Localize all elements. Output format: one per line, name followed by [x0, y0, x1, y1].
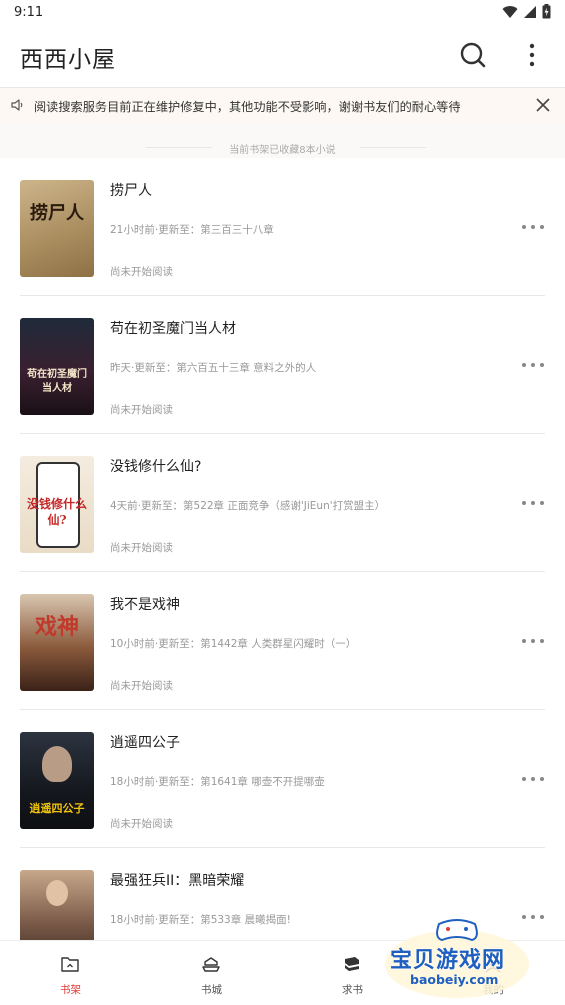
book-update: 21小时前·更新至：第三百三十八章	[110, 224, 274, 236]
close-icon[interactable]	[534, 96, 552, 114]
watermark-logo: 宝贝游戏网 baobeiy.com	[382, 914, 532, 1000]
book-title: 没钱修什么仙?	[110, 459, 202, 475]
book-title: 逍遥四公子	[110, 735, 180, 751]
book-progress: 尚未开始阅读	[110, 266, 173, 278]
watermark-url: baobeiy.com	[410, 972, 499, 987]
app-title: 西西小屋	[20, 47, 116, 73]
nav-label: 书城	[201, 984, 222, 996]
shelf-count-text: 当前书架已收藏8本小说	[229, 145, 336, 156]
nav-bookstore[interactable]: 书城	[141, 941, 282, 1005]
speaker-icon	[11, 99, 23, 111]
shelf-count-bar: 当前书架已收藏8本小说	[0, 122, 565, 158]
bookshelf-icon	[61, 957, 79, 972]
cover-title: 没钱修什么仙?	[26, 497, 87, 527]
book-update: 18小时前·更新至：第1641章 哪壶不开提哪壶	[110, 776, 325, 788]
book-item[interactable]: 逍遥四公子 逍遥四公子 18小时前·更新至：第1641章 哪壶不开提哪壶 尚未开…	[0, 710, 565, 848]
book-update: 10小时前·更新至：第1442章 人类群星闪耀时（一）	[110, 638, 357, 650]
more-horiz-icon[interactable]	[521, 358, 545, 372]
book-title: 我不是戏神	[110, 597, 180, 613]
book-cover[interactable]: 捞尸人	[20, 180, 94, 277]
book-item[interactable]: 苟在初圣魔门当人材 苟在初圣魔门当人材 昨天·更新至：第六百五十三章 意料之外的…	[0, 296, 565, 434]
more-horiz-icon[interactable]	[521, 496, 545, 510]
bookstore-icon	[202, 957, 220, 972]
status-bar: 9:11	[0, 0, 565, 26]
notice-text: 阅读搜索服务目前正在维护修复中，其他功能不受影响，谢谢书友们的耐心等待	[34, 100, 461, 114]
book-item[interactable]: 戏神 我不是戏神 10小时前·更新至：第1442章 人类群星闪耀时（一） 尚未开…	[0, 572, 565, 710]
book-update: 18小时前·更新至：第533章 晨曦揭面!	[110, 914, 291, 926]
cover-title: 苟在初圣魔门当人材	[27, 369, 87, 394]
book-title: 最强狂兵II：黑暗荣耀	[110, 873, 245, 889]
more-horiz-icon[interactable]	[521, 634, 545, 648]
book-update: 昨天·更新至：第六百五十三章 意料之外的人	[110, 362, 317, 374]
cover-title: 戏神	[34, 614, 79, 640]
watermark-text: 宝贝游戏网	[390, 948, 506, 973]
cover-figure-art	[42, 746, 72, 782]
book-cover[interactable]: 逍遥四公子	[20, 732, 94, 829]
book-item[interactable]: 没钱修什么仙? 没钱修什么仙? 4天前·更新至：第522章 正面竞争（感谢'Ji…	[0, 434, 565, 572]
divider	[360, 147, 426, 148]
notice-banner: 阅读搜索服务目前正在维护修复中，其他功能不受影响，谢谢书友们的耐心等待	[0, 88, 565, 122]
book-progress: 尚未开始阅读	[110, 680, 173, 692]
more-horiz-icon[interactable]	[521, 220, 545, 234]
cover-figure-art	[46, 880, 68, 906]
book-cover[interactable]: 苟在初圣魔门当人材	[20, 318, 94, 415]
book-list: 捞尸人 捞尸人 21小时前·更新至：第三百三十八章 尚未开始阅读 苟在初圣魔门当…	[0, 158, 565, 940]
cover-title: 捞尸人	[30, 203, 84, 224]
status-time: 9:11	[14, 5, 44, 20]
book-item[interactable]: 捞尸人 捞尸人 21小时前·更新至：第三百三十八章 尚未开始阅读	[0, 158, 565, 296]
status-icons	[502, 4, 551, 19]
book-title: 苟在初圣魔门当人材	[110, 321, 236, 337]
book-cover[interactable]: 没钱修什么仙?	[20, 456, 94, 553]
book-cover[interactable]	[20, 870, 94, 940]
more-horiz-icon[interactable]	[521, 772, 545, 786]
request-book-icon	[345, 957, 359, 971]
book-progress: 尚未开始阅读	[110, 542, 173, 554]
book-cover[interactable]: 戏神	[20, 594, 94, 691]
search-icon[interactable]	[459, 41, 487, 69]
book-update: 4天前·更新至：第522章 正面竞争（感谢'JiEun'打赏盟主）	[110, 500, 386, 512]
battery-icon	[542, 4, 551, 19]
book-title: 捞尸人	[110, 183, 152, 199]
book-progress: 尚未开始阅读	[110, 404, 173, 416]
nav-bookshelf[interactable]: 书架	[0, 941, 141, 1005]
book-progress: 尚未开始阅读	[110, 818, 173, 830]
signal-icon	[524, 5, 536, 18]
more-vert-icon[interactable]	[521, 41, 543, 69]
nav-label: 书架	[60, 984, 81, 996]
wifi-icon	[502, 5, 518, 18]
cover-title: 逍遥四公子	[29, 802, 85, 815]
app-bar: 西西小屋	[0, 26, 565, 88]
